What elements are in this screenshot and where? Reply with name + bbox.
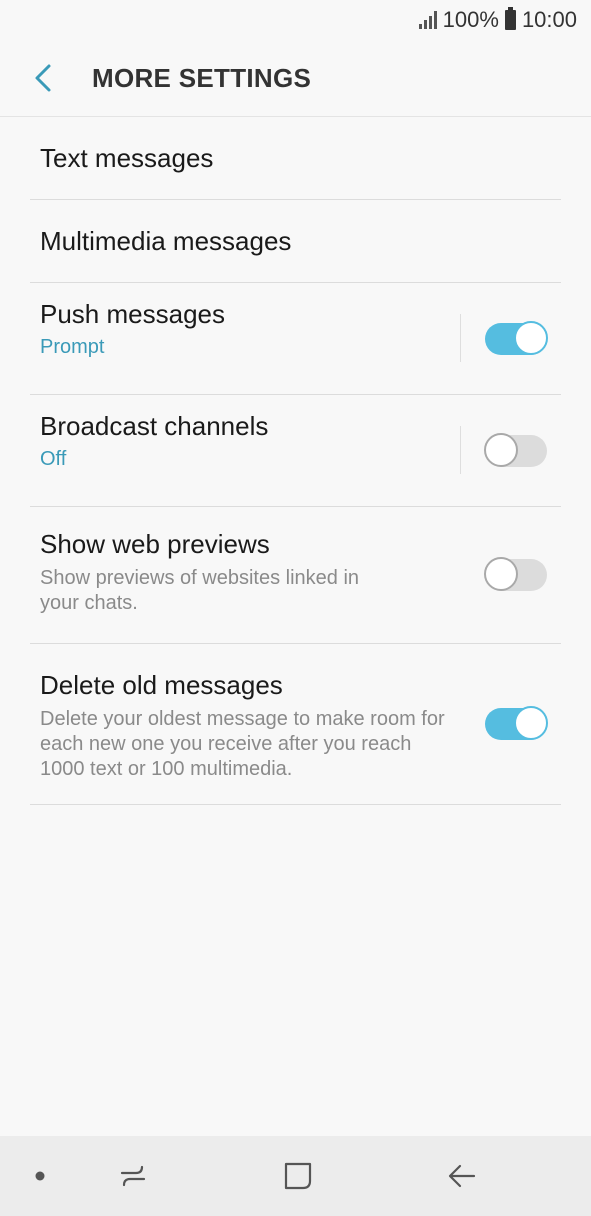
setting-text-messages[interactable]: Text messages	[30, 117, 561, 200]
setting-title: Push messages	[40, 299, 225, 329]
nav-dot[interactable]	[20, 1136, 60, 1216]
vertical-divider	[460, 314, 461, 362]
setting-title: Broadcast channels	[40, 411, 269, 441]
setting-status: Off	[40, 448, 67, 470]
recent-apps-icon	[120, 1165, 146, 1187]
clock: 10:00	[521, 7, 577, 32]
back-arrow-icon	[448, 1164, 476, 1188]
screen: 100% 10:00 MORE SETTINGS Text messages M…	[0, 0, 591, 1216]
vertical-divider	[460, 426, 461, 474]
battery-icon	[504, 7, 516, 30]
toggle-knob	[514, 321, 548, 355]
setting-push-messages[interactable]: Push messages Prompt	[30, 283, 561, 395]
page-title: MORE SETTINGS	[92, 62, 312, 93]
setting-description: Delete your oldest message to make room …	[40, 708, 445, 780]
home-button[interactable]	[268, 1136, 328, 1216]
status-bar: 100% 10:00	[0, 0, 591, 40]
setting-show-web-previews[interactable]: Show web previews Show previews of websi…	[30, 507, 561, 644]
toggle-knob	[514, 706, 548, 740]
setting-title: Multimedia messages	[40, 225, 292, 256]
toggle-knob	[484, 433, 518, 467]
settings-list: Text messages Multimedia messages Push m…	[30, 117, 561, 805]
recent-apps-button[interactable]	[103, 1136, 163, 1216]
setting-title: Delete old messages	[40, 670, 283, 700]
setting-title: Show web previews	[40, 529, 270, 559]
push-messages-toggle[interactable]	[485, 321, 548, 355]
dot-icon	[35, 1171, 45, 1181]
app-bar: MORE SETTINGS	[0, 40, 591, 117]
signal-icon	[418, 11, 437, 29]
setting-status: Prompt	[40, 336, 105, 358]
setting-delete-old-messages[interactable]: Delete old messages Delete your oldest m…	[30, 644, 561, 805]
toggle-knob	[484, 557, 518, 591]
setting-broadcast-channels[interactable]: Broadcast channels Off	[30, 395, 561, 507]
broadcast-channels-toggle[interactable]	[484, 433, 547, 467]
home-icon	[284, 1162, 312, 1190]
setting-description: Show previews of websites linked in your…	[40, 567, 360, 614]
setting-multimedia-messages[interactable]: Multimedia messages	[30, 200, 561, 283]
show-web-previews-toggle[interactable]	[484, 557, 547, 591]
back-button[interactable]	[8, 40, 78, 116]
navigation-bar	[0, 1136, 591, 1216]
chevron-left-icon	[35, 64, 51, 92]
battery-percent: 100%	[442, 7, 499, 32]
delete-old-messages-toggle[interactable]	[485, 706, 548, 740]
setting-title: Text messages	[40, 142, 214, 173]
back-nav-button[interactable]	[432, 1136, 492, 1216]
